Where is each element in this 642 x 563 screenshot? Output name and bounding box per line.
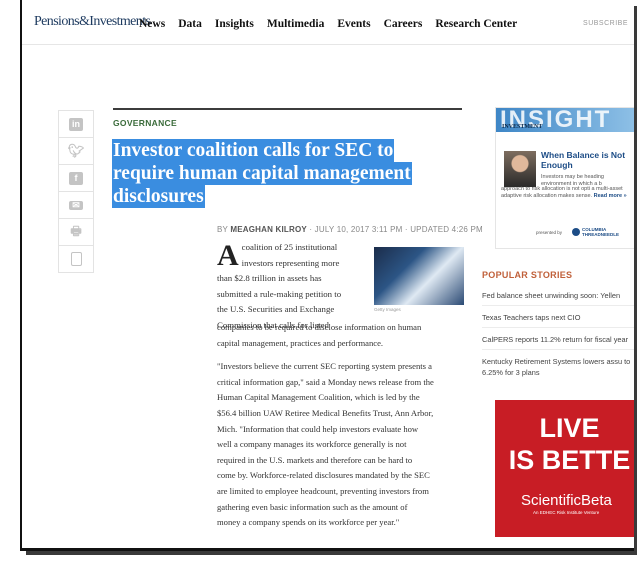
quote-paragraph: "Investors believe the current SEC repor… (217, 359, 464, 531)
headline-line-2: require human capital management (113, 163, 411, 184)
byline-prefix: BY (217, 225, 228, 234)
body-line: Mich. "Information that could help inves… (217, 423, 419, 434)
ad-line-2: IS BETTE (508, 445, 631, 475)
divider (482, 305, 634, 306)
insight-banner: INSIGHT INVESTMENT (496, 108, 634, 132)
body-line: required in the U.S. markets and therefo… (217, 454, 413, 465)
nav-research-center[interactable]: Research Center (435, 18, 517, 30)
photo-credit: Getty Images (374, 307, 401, 312)
body-line: capital management, practices and perfor… (217, 337, 384, 348)
popular-stories: POPULAR STORIES Fed balance sheet unwind… (482, 270, 634, 387)
twitter-icon: 🐦︎ (67, 143, 85, 158)
body-line: gathering even basic information such as… (217, 501, 408, 512)
lead-line: the U.S. Securities and Exchange (217, 304, 335, 315)
nav-multimedia[interactable]: Multimedia (267, 18, 325, 30)
header-rule (113, 108, 462, 110)
lead-line: submitted a rule-making petition to (217, 288, 342, 299)
main-nav: News Data Insights Multimedia Events Car… (139, 18, 517, 30)
share-facebook-button[interactable]: f (59, 165, 93, 192)
popular-story-link[interactable]: Fed balance sheet unwinding soon: Yellen (482, 290, 634, 301)
popular-story-link[interactable]: CalPERS reports 11.2% return for fiscal … (482, 334, 634, 345)
nav-data[interactable]: Data (178, 18, 202, 30)
insight-read-more-link[interactable]: Read more » (594, 193, 627, 199)
body-line: well a company manages its workforce gen… (217, 439, 407, 450)
sponsor-label: presented by (536, 230, 563, 235)
body-line: Human Capital Management Coalition, whic… (217, 392, 420, 403)
site-logo[interactable]: Pensions&Investments (34, 14, 151, 30)
sponsor-logo: COLUMBIA THREADNEEDLE (572, 227, 624, 239)
nav-insights[interactable]: Insights (215, 18, 254, 30)
share-linkedin-button[interactable]: in (59, 111, 93, 138)
ad-brand: ScientificBeta (521, 492, 612, 509)
document-icon (70, 252, 82, 266)
print-icon: 🖶︎ (70, 223, 82, 238)
insight-banner-tag: INVESTMENT (502, 124, 543, 130)
lead-line: investors representing more (241, 257, 340, 268)
insight-title[interactable]: When Balance is Not Enough (541, 150, 634, 170)
article-photo[interactable] (374, 247, 464, 305)
insight-author-photo (504, 151, 536, 187)
headline-line-1: Investor coalition calls for SEC to (113, 140, 394, 161)
scientific-beta-ad[interactable]: LIVE IS BETTE ScientificBeta An EDHEC Ri… (495, 400, 634, 537)
popular-story-link[interactable]: Kentucky Retirement Systems lowers assu … (482, 356, 634, 378)
body-line: $56.4 billion UAW Retiree Medical Benefi… (217, 407, 434, 418)
body-line: come by. Workforce-related disclosures m… (217, 470, 430, 481)
ad-line-1: LIVE (539, 413, 600, 443)
updated-time: UPDATED 4:26 PM (410, 225, 483, 234)
print-button[interactable]: 🖶︎ (59, 219, 93, 246)
ad-headline: LIVE IS BETTE (505, 412, 634, 476)
linkedin-icon: in (69, 117, 83, 131)
body-line: "Investors believe the current SEC repor… (217, 361, 432, 372)
nav-careers[interactable]: Careers (384, 18, 423, 30)
divider (482, 349, 634, 350)
article-headline: Investor coalition calls for SEC to requ… (113, 139, 462, 208)
lead-line: than $2.8 trillion in assets has (217, 273, 322, 284)
section-kicker[interactable]: GOVERNANCE (113, 118, 462, 128)
body-line: critical information gap," said a Monday… (217, 376, 434, 387)
ad-subtitle: An EDHEC Risk Institute Venture (533, 510, 600, 515)
headline-line-3: disclosures (113, 186, 204, 207)
top-navigation: Pensions&Investments News Data Insights … (22, 0, 634, 45)
nav-news[interactable]: News (139, 18, 165, 30)
lead-paragraph-tail: companies to be required to disclose inf… (217, 320, 464, 351)
author-link[interactable]: MEAGHAN KILROY (230, 225, 307, 234)
email-icon: ✉ (69, 200, 83, 210)
article-body: companies to be required to disclose inf… (217, 320, 464, 531)
popular-story-link[interactable]: Texas Teachers taps next CIO (482, 312, 634, 323)
share-email-button[interactable]: ✉ (59, 192, 93, 219)
nav-events[interactable]: Events (337, 18, 370, 30)
insight-text-continued: approach to risk allocation is not opti … (501, 186, 633, 200)
article-header: GOVERNANCE Investor coalition calls for … (113, 108, 462, 208)
body-line: are limited to employee headcount, preve… (217, 485, 429, 496)
body-line: companies to be required to disclose inf… (217, 322, 422, 332)
facebook-icon: f (69, 171, 83, 185)
divider (482, 327, 634, 328)
share-twitter-button[interactable]: 🐦︎ (59, 138, 93, 165)
byline: BY MEAGHAN KILROY · JULY 10, 2017 3:11 P… (217, 225, 483, 234)
browser-page: Pensions&Investments News Data Insights … (20, 0, 634, 551)
publish-date: JULY 10, 2017 3:11 PM (314, 225, 403, 234)
insight-ad[interactable]: INSIGHT INVESTMENT When Balance is Not E… (495, 107, 634, 249)
popular-heading: POPULAR STORIES (482, 270, 573, 280)
subscribe-link[interactable]: SUBSCRIBE (583, 20, 628, 27)
body-line: money a company spends on its workforce … (217, 517, 400, 528)
drop-cap: A (217, 239, 239, 272)
save-document-button[interactable] (59, 246, 93, 272)
share-rail: in 🐦︎ f ✉ 🖶︎ (58, 110, 94, 273)
lead-line: coalition of 25 institutional (241, 242, 338, 252)
